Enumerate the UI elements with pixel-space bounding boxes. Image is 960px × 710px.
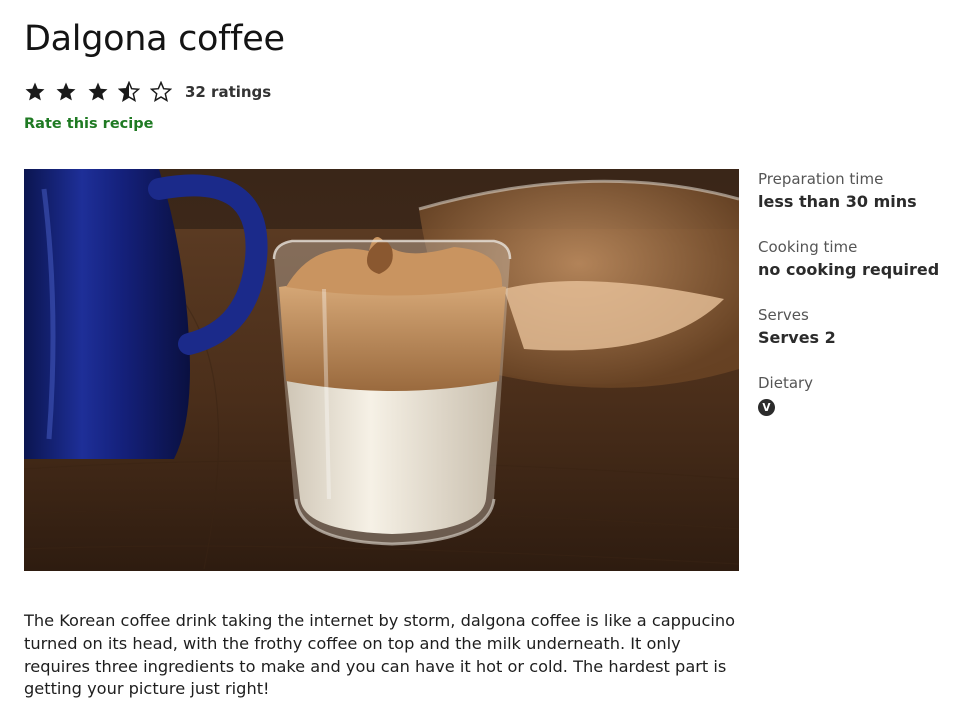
star-half-icon[interactable] (118, 81, 141, 103)
star-full-icon[interactable] (24, 81, 46, 103)
rating-stars[interactable] (24, 81, 181, 103)
recipe-hero-image (24, 169, 739, 571)
star-full-icon[interactable] (55, 81, 77, 103)
serves: Serves Serves 2 (758, 304, 953, 350)
dietary-label: Dietary (758, 374, 814, 392)
serves-label: Serves (758, 306, 809, 324)
prep-time: Preparation time less than 30 mins (758, 168, 953, 214)
vegetarian-icon[interactable]: V (758, 399, 775, 416)
prep-time-value: less than 30 mins (758, 192, 917, 211)
dietary: Dietary V (758, 372, 953, 416)
coffee-photo-illustration (24, 169, 739, 571)
recipe-title: Dalgona coffee (24, 19, 285, 59)
rate-recipe-link[interactable]: Rate this recipe (24, 116, 153, 132)
cooking-time-label: Cooking time (758, 238, 858, 256)
prep-time-label: Preparation time (758, 170, 884, 188)
recipe-details: Preparation time less than 30 mins Cooki… (758, 168, 953, 438)
cooking-time: Cooking time no cooking required (758, 236, 953, 282)
star-empty-icon[interactable] (149, 81, 172, 103)
cooking-time-value: no cooking required (758, 260, 940, 279)
rating-row[interactable]: 32 ratings (24, 79, 271, 105)
ratings-count: 32 ratings (184, 83, 272, 101)
serves-value: Serves 2 (758, 328, 836, 347)
star-full-icon[interactable] (87, 81, 109, 103)
recipe-description: The Korean coffee drink taking the inter… (24, 611, 736, 699)
